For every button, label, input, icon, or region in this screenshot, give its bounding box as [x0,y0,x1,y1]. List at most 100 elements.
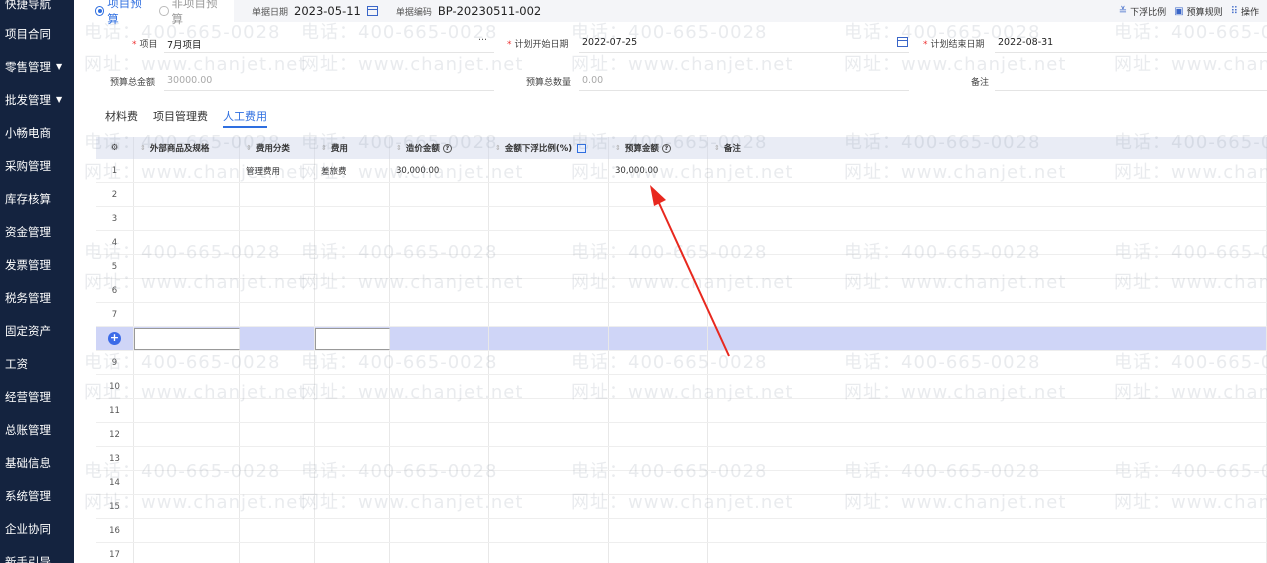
sidebar-item[interactable]: 库存核算 [0,182,74,215]
table-cell[interactable] [609,279,708,302]
table-cell[interactable] [315,279,390,302]
table-cell[interactable] [708,399,1267,422]
table-cell[interactable] [315,471,390,494]
table-cell[interactable] [609,543,708,563]
table-row[interactable]: 2 [96,183,1267,207]
table-cell[interactable] [708,303,1267,326]
sidebar-item[interactable]: 固定资产 [0,314,74,347]
table-cell[interactable] [609,423,708,446]
table-row[interactable]: 13 [96,447,1267,471]
table-cell[interactable] [489,543,609,563]
table-cell[interactable] [489,207,609,230]
sidebar-item[interactable]: 采购管理 [0,149,74,182]
sidebar-item[interactable]: 工资 [0,347,74,380]
table-cell[interactable] [489,351,609,374]
sort-icon[interactable]: ⇕ [615,144,621,152]
table-cell[interactable] [609,471,708,494]
table-cell[interactable] [134,255,240,278]
table-cell[interactable] [134,303,240,326]
batch-edit-icon[interactable] [577,143,587,153]
tab-0[interactable]: 材料费 [105,108,138,128]
table-cell[interactable] [240,231,315,254]
table-cell[interactable] [134,279,240,302]
project-field-value[interactable]: 7月项目 [167,37,202,51]
sidebar-item[interactable]: 小畅电商 [0,116,74,149]
end-date-value[interactable]: 2022-08-31 [998,37,1053,48]
table-cell[interactable] [609,255,708,278]
table-row[interactable]: 5 [96,255,1267,279]
help-icon[interactable]: ? [661,143,671,153]
table-cell[interactable] [240,279,315,302]
table-cell[interactable] [240,423,315,446]
table-cell[interactable] [489,327,609,350]
table-cell[interactable] [315,423,390,446]
table-cell[interactable] [609,207,708,230]
sort-icon[interactable]: ⇕ [495,144,501,152]
table-row[interactable]: 9 [96,351,1267,375]
table-cell[interactable] [315,231,390,254]
table-cell[interactable] [134,543,240,563]
column-header[interactable]: ⇕ 造价金额? [390,137,489,159]
table-cell[interactable] [708,327,1267,350]
sort-icon[interactable]: ⇕ [714,144,720,152]
sort-icon[interactable]: ⇕ [140,144,146,152]
table-cell[interactable] [134,471,240,494]
table-cell[interactable] [240,375,315,398]
table-cell[interactable] [489,279,609,302]
sidebar-item[interactable]: 新手引导 [0,545,74,563]
cell-editor-input[interactable] [134,328,240,350]
sort-icon[interactable]: ⇕ [321,144,327,152]
table-cell[interactable] [390,207,489,230]
table-cell[interactable] [489,255,609,278]
column-header[interactable]: ⇕ 费用 [315,137,390,159]
sidebar-item[interactable]: 经营管理 [0,380,74,413]
table-cell[interactable] [489,399,609,422]
table-cell[interactable] [609,327,708,350]
table-row[interactable]: 15 [96,495,1267,519]
table-cell[interactable] [315,183,390,206]
table-cell[interactable] [240,327,315,350]
add-row-icon[interactable]: + [108,332,121,345]
table-cell[interactable] [315,303,390,326]
table-cell[interactable] [489,495,609,518]
table-cell[interactable] [134,519,240,542]
table-cell[interactable] [134,495,240,518]
table-cell[interactable] [315,519,390,542]
table-cell[interactable] [708,279,1267,302]
table-cell[interactable] [390,471,489,494]
sort-icon[interactable]: ⇕ [396,144,402,152]
table-cell[interactable] [609,183,708,206]
table-cell[interactable] [390,303,489,326]
table-cell[interactable] [708,351,1267,374]
table-cell[interactable] [609,399,708,422]
table-cell[interactable] [609,375,708,398]
table-cell[interactable] [390,231,489,254]
calendar-icon[interactable] [366,6,378,16]
table-cell[interactable] [390,399,489,422]
column-header[interactable]: ⇕ 金额下浮比例(%) [489,137,609,159]
table-cell[interactable] [489,423,609,446]
table-cell[interactable] [489,375,609,398]
table-cell[interactable] [240,351,315,374]
table-cell[interactable] [609,447,708,470]
table-cell[interactable] [134,351,240,374]
table-cell[interactable] [390,423,489,446]
table-cell[interactable] [134,375,240,398]
sidebar-item[interactable]: 发票管理 [0,248,74,281]
table-row[interactable]: 7 [96,303,1267,327]
table-cell[interactable] [708,543,1267,563]
table-row[interactable]: 4 [96,231,1267,255]
sidebar-item[interactable]: 资金管理 [0,215,74,248]
table-row[interactable]: 12 [96,423,1267,447]
cell-editor-input[interactable] [315,328,390,350]
table-cell[interactable] [240,447,315,470]
table-cell[interactable] [489,231,609,254]
table-cell[interactable] [315,351,390,374]
table-cell[interactable] [134,447,240,470]
table-cell[interactable] [315,255,390,278]
column-header[interactable]: ⇕ 预算金额? [609,137,708,159]
table-cell[interactable] [708,495,1267,518]
table-row[interactable]: 6 [96,279,1267,303]
table-row[interactable]: 10 [96,375,1267,399]
table-cell[interactable] [240,519,315,542]
